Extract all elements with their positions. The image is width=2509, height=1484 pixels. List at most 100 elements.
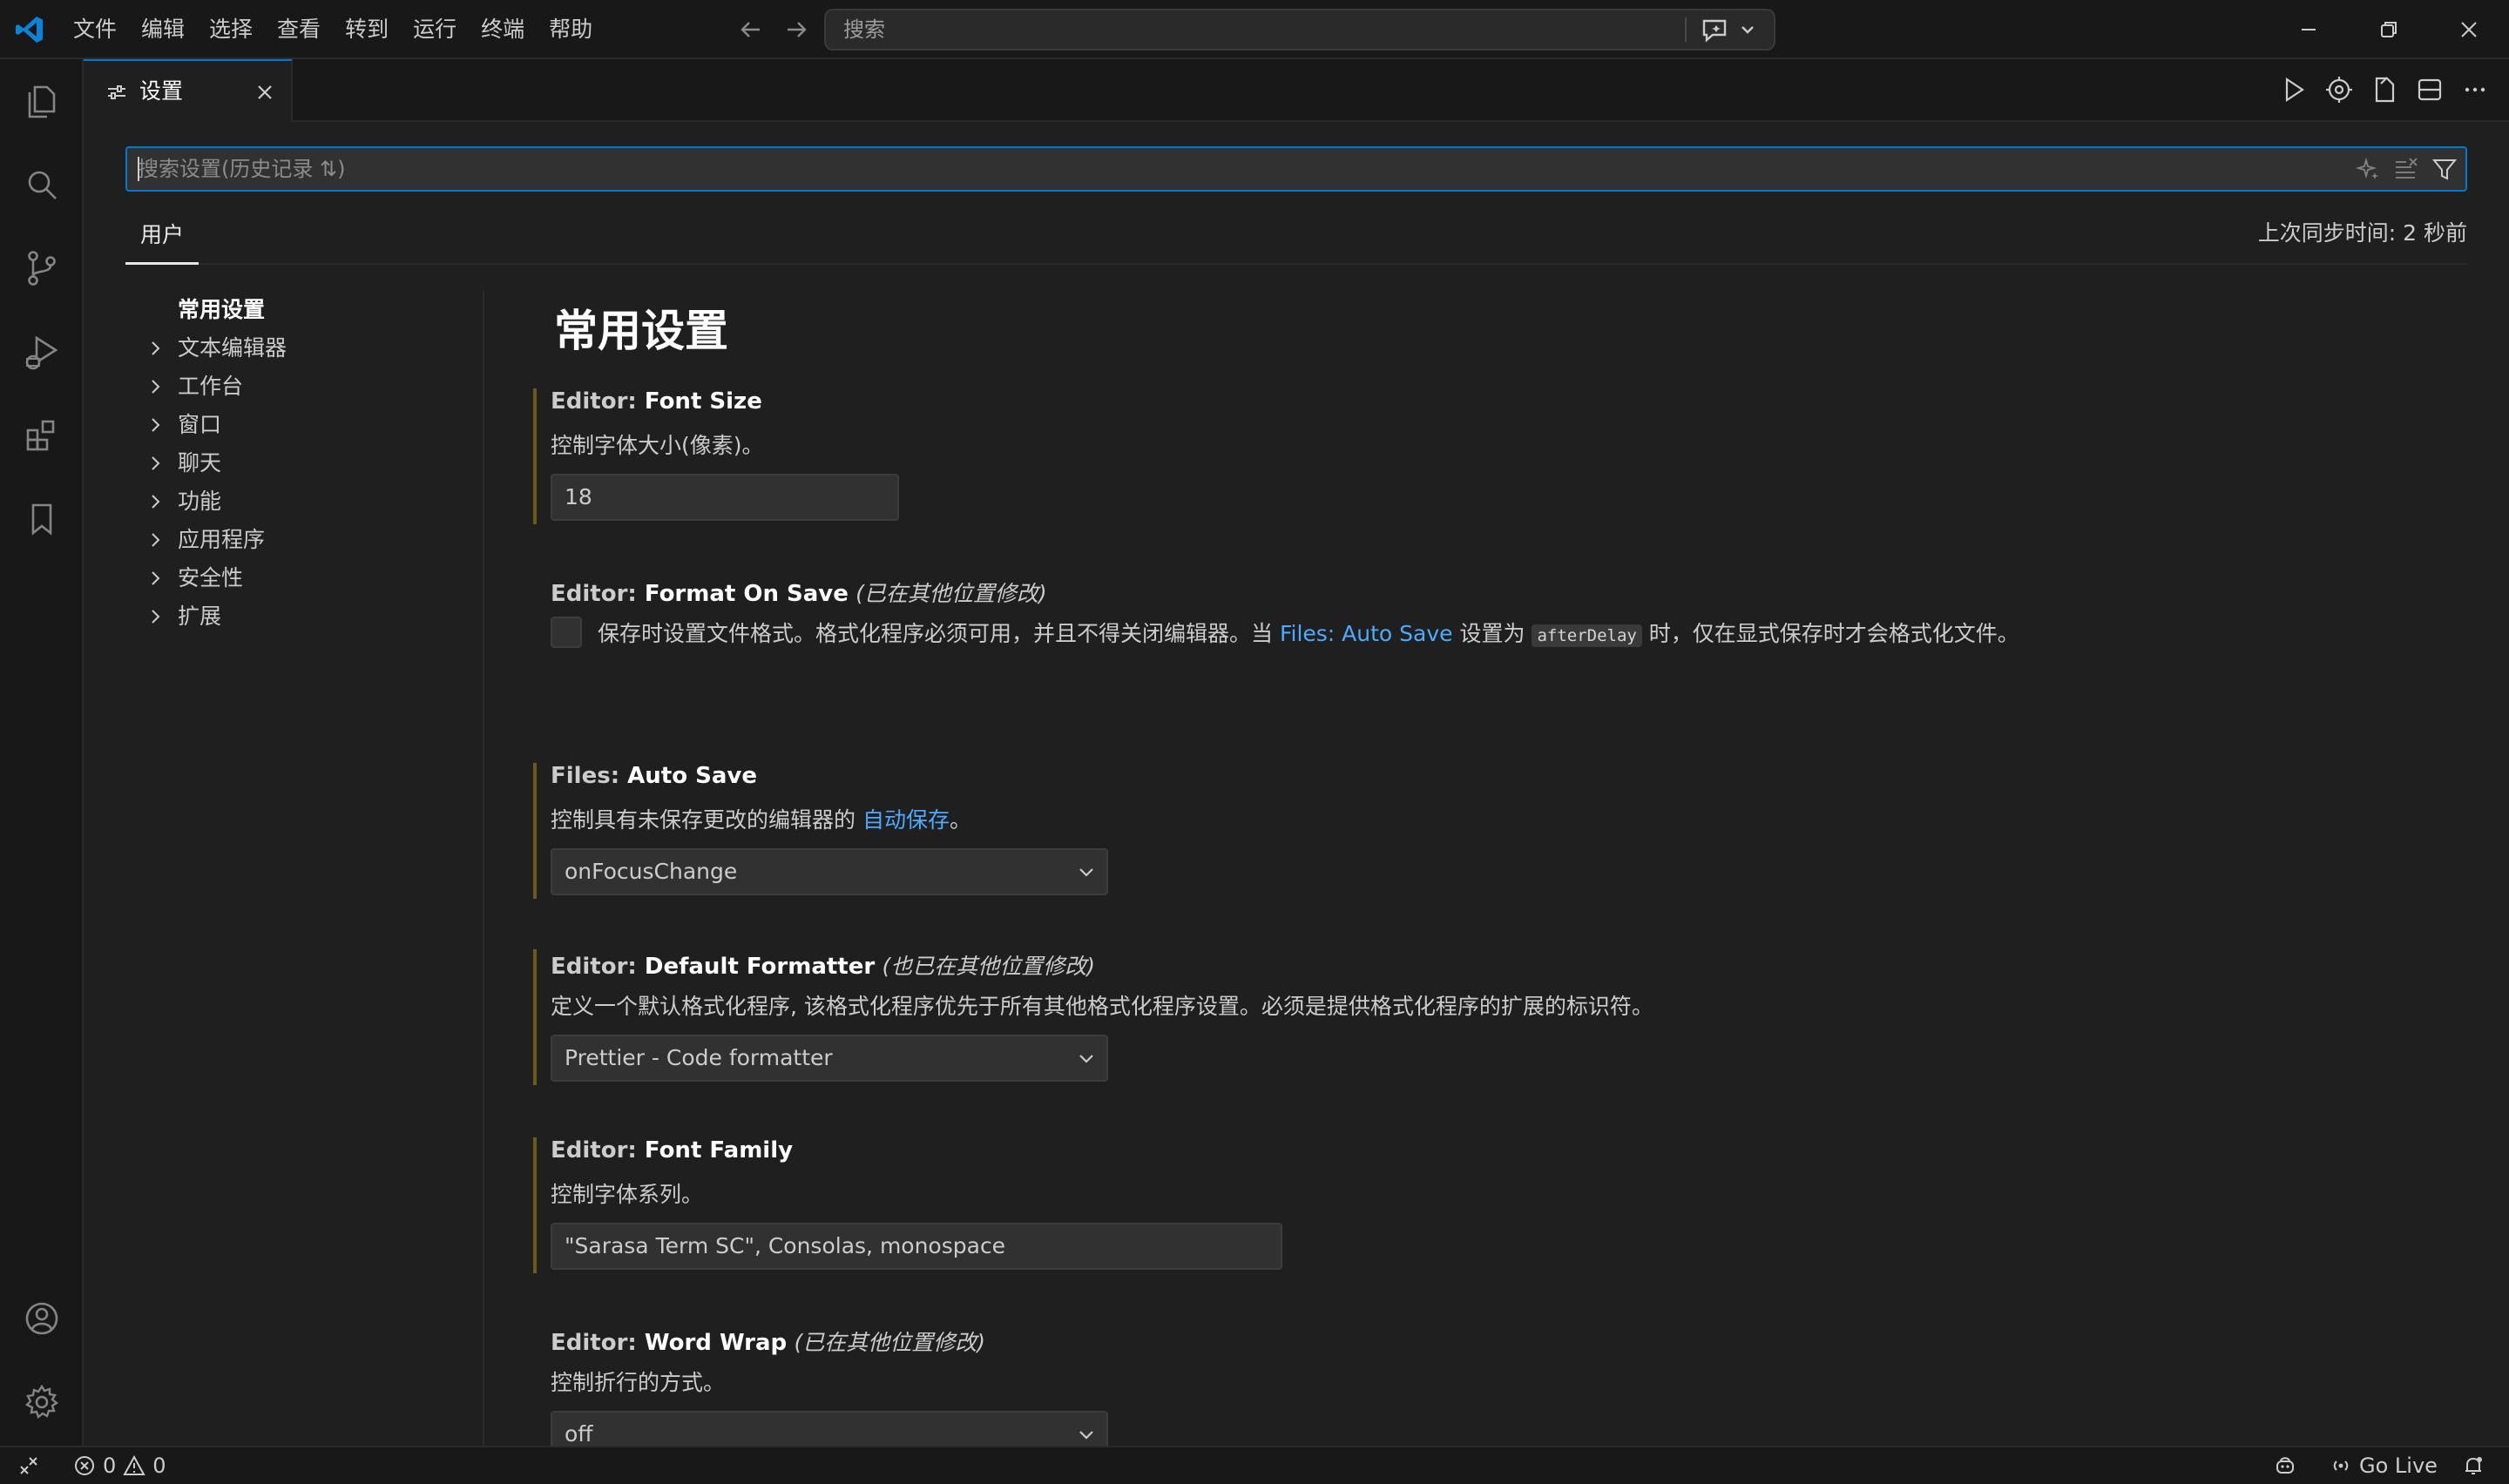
toc-label: 文本编辑器: [178, 335, 287, 361]
open-json-icon[interactable]: [2323, 73, 2356, 106]
close-icon[interactable]: [253, 80, 277, 105]
inline-code: afterDelay: [1532, 624, 1642, 647]
chevron-right-icon: [145, 568, 166, 589]
run-icon[interactable]: [2277, 73, 2310, 106]
toc-label: 扩展: [178, 604, 222, 629]
modified-indicator: [533, 949, 537, 1085]
explorer-icon[interactable]: [21, 80, 63, 122]
menu-view[interactable]: 查看: [265, 10, 333, 49]
chat-icon[interactable]: [1697, 14, 1732, 45]
clear-filter-icon[interactable]: [2392, 155, 2420, 183]
chevron-down-icon: [1075, 861, 1098, 884]
setting-title: Files: Auto Save: [551, 763, 757, 789]
chevron-down-icon: [1075, 1048, 1098, 1070]
split-editor-icon[interactable]: [2413, 73, 2446, 106]
tab-user[interactable]: 用户: [125, 207, 199, 265]
toc-item-security[interactable]: 安全性: [125, 559, 474, 597]
editor-tabs: 设置: [84, 59, 2509, 122]
modified-indicator: [533, 763, 537, 899]
toc-item-features[interactable]: 功能: [125, 482, 474, 521]
problems-indicator[interactable]: 0 0: [73, 1447, 166, 1484]
search-icon[interactable]: [21, 164, 63, 206]
tab-settings[interactable]: 设置: [84, 59, 293, 122]
setting-title: Editor: Default Formatter (也已在其他位置修改): [551, 954, 1095, 980]
setting-format-on-save: Editor: Format On Save (已在其他位置修改) 保存时设置文…: [531, 577, 2448, 681]
sparkle-search-icon[interactable]: [2354, 155, 2382, 183]
go-live-label: Go Live: [2359, 1454, 2438, 1478]
filter-icon[interactable]: [2431, 155, 2458, 183]
copilot-icon[interactable]: [2274, 1447, 2296, 1484]
files-auto-save-link[interactable]: Files: Auto Save: [1280, 621, 1453, 646]
chevron-down-icon: [1075, 1424, 1098, 1447]
setting-title: Editor: Font Size: [551, 388, 762, 415]
chevron-down-icon[interactable]: [1735, 17, 1760, 42]
toc-item-common[interactable]: 常用设置: [125, 291, 474, 329]
run-debug-icon[interactable]: [21, 331, 63, 373]
menu-run[interactable]: 运行: [401, 10, 469, 49]
manage-gear-icon[interactable]: [21, 1381, 63, 1423]
bookmarks-icon[interactable]: [21, 498, 63, 540]
remote-indicator-icon[interactable]: [17, 1447, 40, 1484]
toc-item-chat[interactable]: 聊天: [125, 444, 474, 482]
warning-count: 0: [152, 1454, 166, 1478]
auto-save-link[interactable]: 自动保存: [862, 807, 950, 833]
toc-label: 聊天: [178, 450, 222, 476]
toc-item-application[interactable]: 应用程序: [125, 521, 474, 559]
toc-item-window[interactable]: 窗口: [125, 406, 474, 444]
toc-label: 工作台: [178, 374, 244, 399]
accounts-icon[interactable]: [21, 1298, 63, 1339]
menu-terminal[interactable]: 终端: [469, 10, 537, 49]
extensions-icon[interactable]: [21, 415, 63, 456]
setting-title: Editor: Font Family: [551, 1137, 794, 1164]
select-value: onFocusChange: [565, 859, 738, 884]
chevron-right-icon: [145, 338, 166, 359]
setting-auto-save: Files: Auto Save 控制具有未保存更改的编辑器的 自动保存。 on…: [531, 763, 2448, 902]
menu-file[interactable]: 文件: [61, 10, 129, 49]
setting-title: Editor: Word Wrap (已在其他位置修改): [551, 1330, 985, 1356]
default-formatter-select[interactable]: Prettier - Code formatter: [551, 1035, 1108, 1082]
chevron-right-icon: [145, 491, 166, 512]
toc-label: 应用程序: [178, 527, 266, 552]
setting-default-formatter: Editor: Default Formatter (也已在其他位置修改) 定义…: [531, 949, 2448, 1089]
menu-bar: 文件 编辑 选择 查看 转到 运行 终端 帮助: [61, 0, 605, 59]
restore-icon[interactable]: [2371, 12, 2406, 47]
vscode-logo-icon: [14, 14, 45, 45]
open-file-icon[interactable]: [2368, 73, 2401, 106]
error-icon: [73, 1454, 96, 1477]
notifications-bell-icon[interactable]: [2462, 1447, 2485, 1484]
error-count: 0: [103, 1454, 117, 1478]
toc-label: 常用设置: [178, 297, 266, 322]
settings-content: 常用设置 Editor: Font Size 控制字体大小(像素)。 18 Ed…: [531, 287, 2474, 1458]
setting-word-wrap: Editor: Word Wrap (已在其他位置修改) 控制折行的方式。 of…: [531, 1325, 2448, 1465]
toc-item-extensions[interactable]: 扩展: [125, 597, 474, 636]
menu-help[interactable]: 帮助: [537, 10, 605, 49]
minimize-icon[interactable]: [2291, 12, 2326, 47]
chevron-right-icon: [145, 606, 166, 627]
toc-item-workbench[interactable]: 工作台: [125, 368, 474, 406]
auto-save-select[interactable]: onFocusChange: [551, 848, 1108, 895]
back-arrow-icon[interactable]: [734, 12, 768, 47]
menu-selection[interactable]: 选择: [197, 10, 265, 49]
font-size-input[interactable]: 18: [551, 474, 899, 521]
select-value: Prettier - Code formatter: [565, 1045, 833, 1070]
toc-item-text-editor[interactable]: 文本编辑器: [125, 329, 474, 368]
toc-label: 安全性: [178, 565, 244, 590]
command-center-search[interactable]: 搜索: [824, 9, 1775, 51]
more-actions-icon[interactable]: [2458, 73, 2492, 106]
source-control-icon[interactable]: [21, 247, 63, 289]
go-live-button[interactable]: Go Live: [2330, 1447, 2438, 1484]
sync-status: 上次同步时间: 2 秒前: [2257, 220, 2467, 246]
setting-font-size: Editor: Font Size 控制字体大小(像素)。 18: [531, 388, 2448, 528]
menu-go[interactable]: 转到: [333, 10, 401, 49]
forward-arrow-icon[interactable]: [779, 12, 814, 47]
format-on-save-checkbox[interactable]: [551, 617, 582, 648]
close-window-icon[interactable]: [2452, 12, 2486, 47]
chevron-right-icon: [145, 453, 166, 474]
settings-search-input[interactable]: [138, 148, 2316, 190]
setting-description: 定义一个默认格式化程序, 该格式化程序优先于所有其他格式化程序设置。必须是提供格…: [551, 994, 1654, 1019]
tab-label: 设置: [139, 78, 184, 104]
status-bar: 0 0 Go Live: [0, 1446, 2509, 1484]
menu-edit[interactable]: 编辑: [129, 10, 197, 49]
font-family-input[interactable]: "Sarasa Term SC", Consolas, monospace: [551, 1223, 1282, 1270]
broadcast-icon: [2330, 1454, 2352, 1477]
